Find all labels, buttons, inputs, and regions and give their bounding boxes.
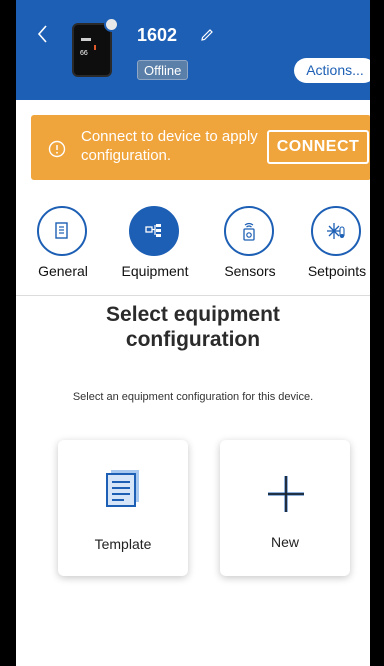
tab-label: Equipment: [121, 263, 189, 279]
template-icon: [106, 470, 139, 507]
tab-general[interactable]: General: [28, 206, 98, 286]
tab-label: Setpoints: [307, 263, 367, 279]
new-option-label: New: [270, 534, 299, 550]
tab-label: Sensors: [224, 263, 276, 279]
banner-message: Connect to device to apply configuration…: [81, 128, 258, 164]
connect-banner: Connect to device to apply configuration…: [31, 115, 370, 180]
device-name: 1602: [137, 25, 178, 45]
equipment-icon: [145, 224, 161, 237]
back-chevron-icon[interactable]: [32, 22, 56, 46]
tab-equipment[interactable]: Equipment: [120, 206, 190, 286]
device-header: 66 1602 Offline Actions...: [16, 0, 370, 100]
thermostat-thumbnail: 66: [72, 17, 119, 77]
connection-status-dot: [104, 17, 119, 32]
connect-button[interactable]: CONNECT: [267, 130, 369, 164]
page-subtitle: Select an equipment configuration for th…: [72, 391, 314, 403]
plus-icon: [268, 476, 304, 512]
page-title: Select equipment configuration: [106, 303, 280, 351]
template-option-card[interactable]: Template: [58, 440, 188, 576]
status-badge: Offline: [137, 60, 189, 80]
sensor-icon: [243, 222, 255, 241]
tabs-divider: [16, 295, 370, 296]
tab-sensors[interactable]: Sensors: [215, 206, 285, 286]
pencil-edit-icon[interactable]: [199, 27, 215, 43]
actions-button[interactable]: Actions...: [294, 58, 370, 83]
thermostat-screen-icon: 66: [80, 38, 96, 57]
tab-setpoints[interactable]: Setpoints: [302, 206, 370, 286]
info-circle-icon: [48, 140, 66, 158]
tab-label: General: [38, 263, 88, 279]
document-icon: [55, 222, 68, 239]
template-option-label: Template: [94, 536, 152, 552]
new-option-card[interactable]: New: [220, 440, 350, 576]
app-screen: 66 1602 Offline Actions... Connect to de…: [16, 0, 370, 666]
svg-text:66: 66: [80, 50, 88, 57]
snowflake-thermometer-icon: [327, 223, 345, 239]
